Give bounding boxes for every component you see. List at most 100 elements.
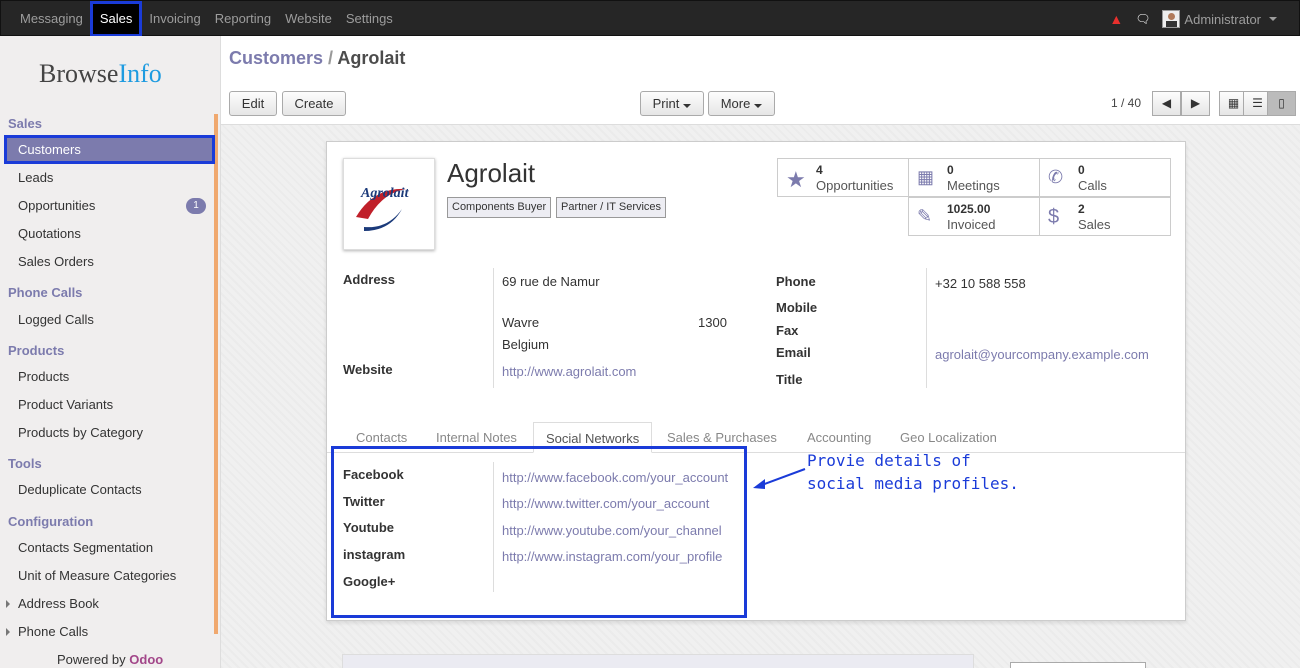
sidebar: BrowseInfo Sales Customers Leads Opportu… — [0, 36, 221, 668]
breadcrumb-parent[interactable]: Customers — [229, 48, 323, 68]
sidebar-item-opportunities[interactable]: Opportunities — [18, 198, 208, 213]
sidebar-item-quotations[interactable]: Quotations — [18, 226, 208, 241]
star-icon: ★ — [786, 167, 806, 192]
email-label: Email — [776, 345, 811, 360]
address-street: 69 rue de Namur — [502, 274, 600, 289]
next-record-button[interactable]: ▶ — [1181, 91, 1210, 116]
sidebar-item-products[interactable]: Products — [18, 369, 208, 384]
menu-sales[interactable]: Sales — [89, 1, 143, 37]
sidebar-scrollbar[interactable] — [214, 114, 218, 634]
tab-accounting[interactable]: Accounting — [807, 430, 871, 445]
section-configuration: Configuration — [8, 514, 94, 529]
sidebar-item-sales-orders[interactable]: Sales Orders — [18, 254, 208, 269]
address-zip: 1300 — [698, 315, 727, 330]
avatar — [1162, 10, 1181, 28]
sidebar-item-product-variants[interactable]: Product Variants — [18, 397, 208, 412]
pager-value: 1 / 40 — [1111, 96, 1142, 110]
calendar-icon: ▦ — [917, 167, 935, 187]
menu-settings[interactable]: Settings — [339, 1, 400, 37]
address-label: Address — [343, 272, 396, 287]
pencil-icon: ✎ — [917, 206, 933, 226]
browseinfo-logo: BrowseInfo — [39, 59, 162, 88]
previous-record-button[interactable]: ◀ — [1152, 91, 1181, 116]
powered-by: Powered by Odoo — [57, 652, 164, 667]
form-view-icon[interactable]: ▯ — [1267, 91, 1296, 116]
partner-logo-image[interactable]: Agrolait — [343, 158, 435, 250]
email-link[interactable]: agrolait@yourcompany.example.com — [935, 347, 1149, 362]
tab-contacts[interactable]: Contacts — [356, 430, 407, 445]
phone-label: Phone — [776, 274, 816, 289]
partner-name[interactable]: Agrolait — [447, 158, 535, 189]
tag-components-buyer[interactable]: Components Buyer — [447, 197, 552, 218]
form-sheet: Agrolait Agrolait Components Buyer Partn… — [326, 141, 1186, 621]
sidebar-item-address-book[interactable]: Address Book — [18, 596, 208, 611]
edit-button[interactable]: Edit — [229, 91, 277, 116]
menu-website[interactable]: Website — [278, 1, 339, 37]
top-menu: Messaging Sales Invoicing Reporting Webs… — [13, 1, 400, 37]
website-link[interactable]: http://www.agrolait.com — [502, 364, 636, 379]
address-country: Belgium — [502, 337, 549, 352]
section-tools: Tools — [8, 456, 42, 471]
tab-sales-purchases[interactable]: Sales & Purchases — [667, 430, 777, 445]
stat-calls[interactable]: ✆ 0 Calls — [1039, 158, 1171, 197]
create-button[interactable]: Create — [282, 91, 346, 116]
menu-reporting[interactable]: Reporting — [208, 1, 278, 37]
stat-meetings[interactable]: ▦ 0 Meetings — [908, 158, 1040, 197]
breadcrumb-current: Agrolait — [337, 48, 406, 68]
stat-invoiced[interactable]: ✎ 1025.00 Invoiced — [908, 197, 1040, 236]
chevron-down-icon — [683, 104, 692, 108]
section-sales: Sales — [8, 116, 42, 131]
sidebar-item-logged-calls[interactable]: Logged Calls — [18, 312, 208, 327]
stat-opportunities[interactable]: ★ 4 Opportunities — [777, 158, 909, 197]
sidebar-item-contacts-segmentation[interactable]: Contacts Segmentation — [18, 540, 208, 555]
warning-icon[interactable]: ▲ — [1109, 11, 1123, 27]
form-content: Agrolait Agrolait Components Buyer Partn… — [221, 125, 1300, 668]
chevron-down-icon — [754, 104, 763, 108]
menu-messaging[interactable]: Messaging — [13, 1, 90, 37]
more-button[interactable]: More — [708, 91, 775, 116]
annotation-arrow-icon — [753, 468, 806, 489]
stat-sales[interactable]: $ 2 Sales — [1039, 197, 1171, 236]
control-panel: Customers / Agrolait Edit Create Print M… — [221, 36, 1300, 125]
sidebar-item-customers[interactable]: Customers — [4, 135, 215, 164]
phone-icon: ✆ — [1048, 167, 1064, 187]
expand-arrow-icon[interactable] — [6, 600, 10, 608]
fax-label: Fax — [776, 323, 799, 338]
title-label: Title — [776, 372, 803, 387]
divider — [926, 268, 927, 388]
expand-arrow-icon[interactable] — [6, 628, 10, 636]
opportunities-badge: 1 — [186, 198, 206, 214]
chatter-bar[interactable] — [342, 654, 974, 668]
odoo-link[interactable]: Odoo — [129, 652, 163, 667]
menu-invoicing[interactable]: Invoicing — [142, 1, 207, 37]
tab-internal-notes[interactable]: Internal Notes — [436, 430, 517, 445]
website-label: Website — [343, 362, 393, 377]
phone-value: +32 10 588 558 — [935, 276, 1026, 291]
top-navbar: Messaging Sales Invoicing Reporting Webs… — [0, 0, 1300, 37]
chevron-down-icon — [1269, 17, 1277, 21]
tag-partner-it-services[interactable]: Partner / IT Services — [556, 197, 667, 218]
address-city: Wavre — [502, 315, 540, 330]
highlight-box — [331, 446, 747, 618]
sidebar-item-products-by-category[interactable]: Products by Category — [18, 425, 208, 440]
section-products: Products — [8, 343, 65, 358]
sidebar-item-leads[interactable]: Leads — [18, 170, 208, 185]
follow-button[interactable] — [1010, 662, 1146, 668]
logo-text: Agrolait — [360, 186, 410, 201]
breadcrumb-separator: / — [328, 48, 334, 68]
sidebar-item-uom-categories[interactable]: Unit of Measure Categories — [18, 568, 208, 583]
user-menu[interactable]: Administrator — [1162, 10, 1277, 28]
user-name: Administrator — [1184, 11, 1261, 27]
top-right-area: ▲ 🗨 Administrator — [1109, 1, 1277, 37]
section-phone-calls: Phone Calls — [8, 285, 83, 300]
print-button[interactable]: Print — [640, 91, 704, 116]
annotation-text: Provie details of social media profiles. — [807, 451, 1019, 493]
divider — [493, 268, 494, 388]
breadcrumb: Customers / Agrolait — [229, 48, 405, 69]
dollar-icon: $ — [1048, 206, 1060, 228]
sidebar-item-phone-calls[interactable]: Phone Calls — [18, 624, 208, 639]
mobile-label: Mobile — [776, 300, 818, 315]
tab-geo-localization[interactable]: Geo Localization — [900, 430, 997, 445]
sidebar-item-deduplicate-contacts[interactable]: Deduplicate Contacts — [18, 482, 208, 497]
chat-icon[interactable]: 🗨 — [1135, 12, 1150, 26]
